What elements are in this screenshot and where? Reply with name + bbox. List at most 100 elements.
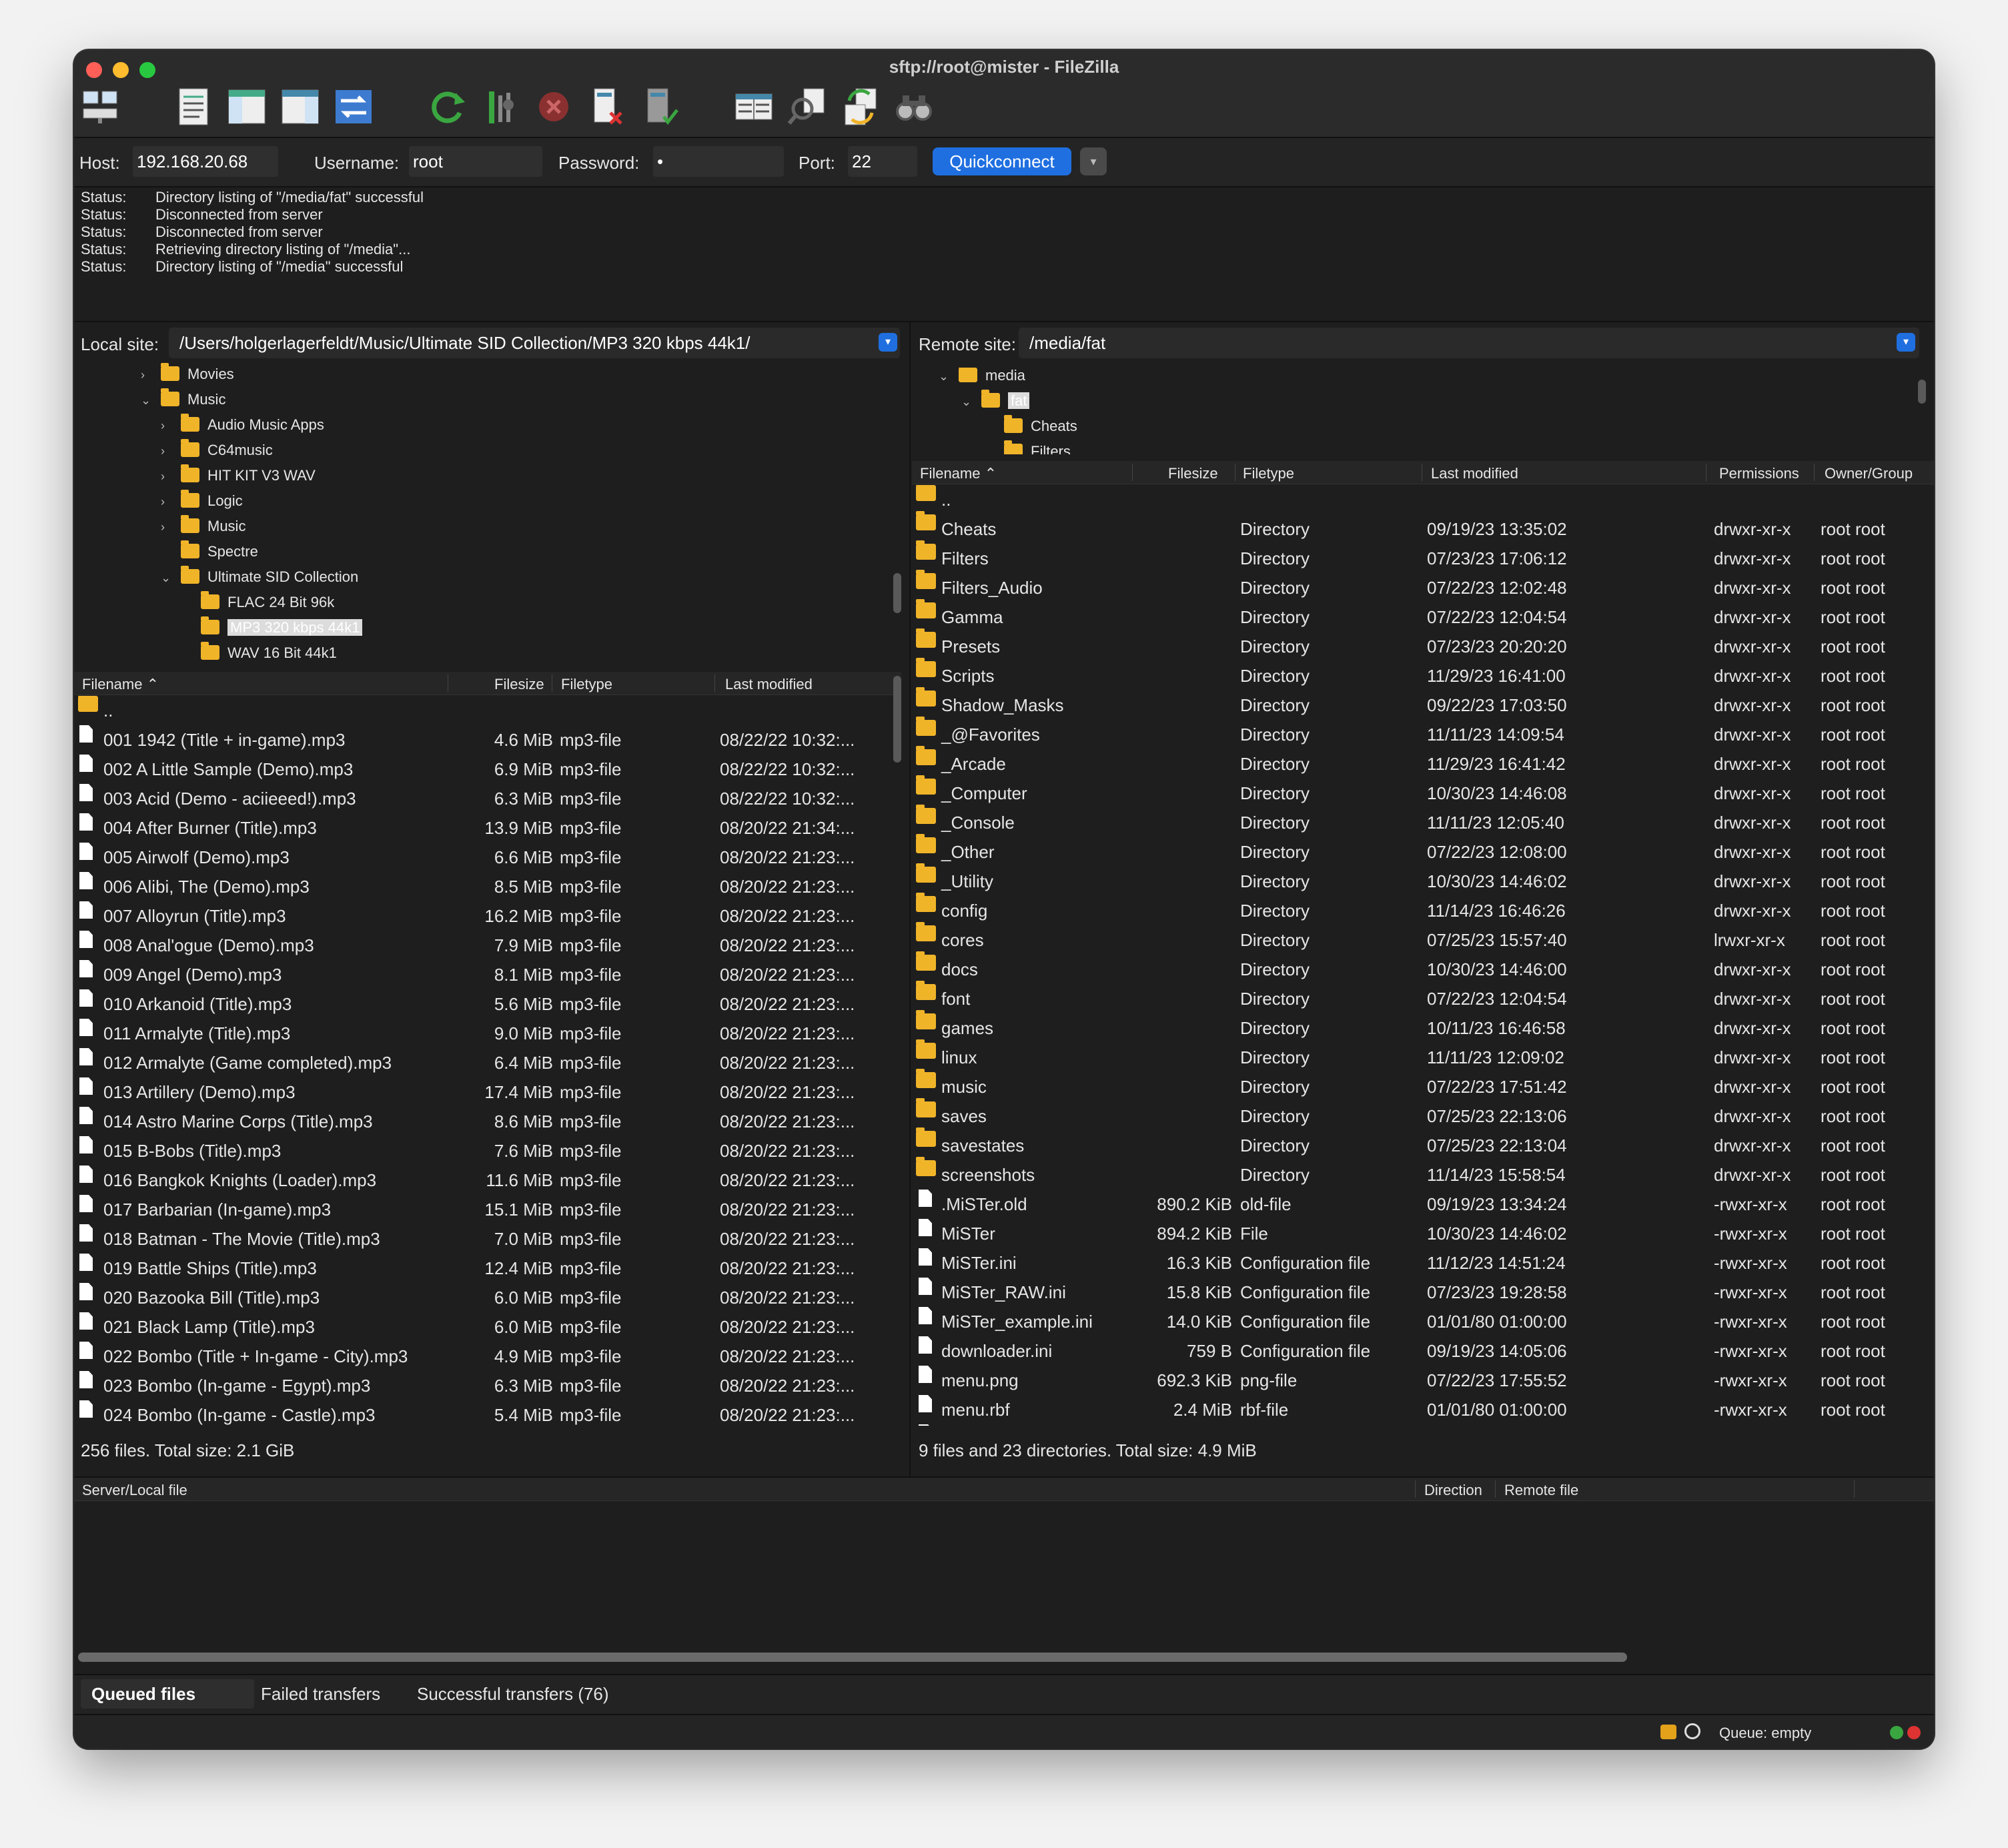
remote-path-input[interactable]: /media/fat — [1019, 328, 1919, 358]
search-icon[interactable] — [893, 85, 935, 129]
table-row[interactable]: 008 Anal'ogue (Demo).mp3 7.9 MiB mp3-file 0… — [74, 931, 895, 960]
tree-item[interactable]: Spectre — [161, 540, 258, 564]
tree-item[interactable]: WAV 16 Bit 44k1 — [181, 641, 337, 665]
refresh-icon[interactable] — [426, 85, 468, 129]
table-row[interactable]: linux Directory 11/11/23 12:09:02 drwxr-xr-… — [912, 1039, 1934, 1072]
remote-tree-scrollbar[interactable] — [1918, 380, 1926, 404]
local-list-scrollbar[interactable] — [893, 676, 901, 763]
chevron-icon[interactable]: ⌄ — [161, 566, 181, 590]
table-row[interactable]: 009 Angel (Demo).mp3 8.1 MiB mp3-file 08/20… — [74, 960, 895, 989]
table-row[interactable]: font Directory 07/22/23 12:04:54 drwxr-xr-x… — [912, 981, 1934, 1013]
table-row[interactable]: cores Directory 07/25/23 15:57:40 lrwxr-xr-… — [912, 922, 1934, 955]
chevron-icon[interactable]: ⌄ — [141, 388, 161, 412]
table-row[interactable]: 015 B-Bobs (Title).mp3 7.6 MiB mp3-file 08/… — [74, 1136, 895, 1166]
table-row[interactable]: yc.txt 8.6 KiB txt-file 11/11/23 12:05:26 -r… — [912, 1424, 1934, 1426]
table-row[interactable]: menu.rbf 2.4 MiB rbf-file 01/01/80 01:00:00… — [912, 1395, 1934, 1424]
tree-item[interactable]: MP3 320 kbps 44k1 — [181, 616, 363, 640]
table-row[interactable]: 020 Bazooka Bill (Title).mp3 6.0 MiB mp3-f… — [74, 1283, 895, 1312]
table-row[interactable]: 019 Battle Ships (Title).mp3 12.4 MiB mp3-… — [74, 1254, 895, 1283]
table-row[interactable]: 002 A Little Sample (Demo).mp3 6.9 MiB mp3… — [74, 755, 895, 784]
queue-scrollbar[interactable] — [78, 1653, 1627, 1662]
parent-directory-row[interactable]: .. — [912, 485, 1934, 514]
table-row[interactable]: _Arcade Directory 11/29/23 16:41:42 drwxr-x… — [912, 746, 1934, 779]
local-col-filesize[interactable]: Filesize — [494, 676, 544, 693]
table-row[interactable]: 021 Black Lamp (Title).mp3 6.0 MiB mp3-fil… — [74, 1312, 895, 1342]
tree-item[interactable]: FLAC 24 Bit 96k — [181, 590, 334, 614]
toggle-queue-icon[interactable] — [333, 85, 374, 129]
chevron-icon[interactable]: › — [161, 515, 181, 539]
toggle-local-tree-icon[interactable] — [226, 85, 268, 129]
table-row[interactable]: _Utility Directory 10/30/23 14:46:02 drwxr-… — [912, 863, 1934, 896]
table-row[interactable]: 007 Alloyrun (Title).mp3 16.2 MiB mp3-file… — [74, 901, 895, 931]
local-col-filetype[interactable]: Filetype — [561, 676, 612, 693]
remote-col-owner[interactable]: Owner/Group — [1825, 465, 1913, 482]
table-row[interactable]: 012 Armalyte (Game completed).mp3 6.4 MiB… — [74, 1048, 895, 1077]
table-row[interactable]: Filters Directory 07/23/23 17:06:12 drwxr-x… — [912, 540, 1934, 573]
cancel-icon[interactable] — [533, 85, 574, 129]
table-row[interactable]: MiSTer 894.2 KiB File 10/30/23 14:46:02 -rwx… — [912, 1219, 1934, 1248]
table-row[interactable]: 005 Airwolf (Demo).mp3 6.6 MiB mp3-file 08/… — [74, 843, 895, 872]
table-row[interactable]: 018 Batman - The Movie (Title).mp3 7.0 Mi… — [74, 1224, 895, 1254]
username-input[interactable]: root — [409, 146, 542, 177]
tree-item[interactable]: › Logic — [161, 489, 243, 513]
tree-item[interactable]: › HIT KIT V3 WAV — [161, 464, 316, 488]
table-row[interactable]: downloader.ini 759 B Configuration file 09/… — [912, 1336, 1934, 1366]
local-tree-scrollbar[interactable] — [893, 573, 901, 613]
chevron-icon[interactable]: › — [161, 414, 181, 438]
table-row[interactable]: music Directory 07/22/23 17:51:42 drwxr-xr-… — [912, 1069, 1934, 1101]
tree-item[interactable]: › C64music — [161, 438, 273, 462]
process-queue-icon[interactable] — [480, 85, 521, 129]
table-row[interactable]: MiSTer.ini 16.3 KiB Configuration file 11/1… — [912, 1248, 1934, 1278]
tab-successful-transfers[interactable]: Successful transfers (76) — [406, 1679, 620, 1709]
tree-item[interactable]: ⌄ Music — [141, 388, 225, 412]
tree-item[interactable]: ⌄ media — [939, 368, 1025, 388]
table-row[interactable]: savestates Directory 07/25/23 22:13:04 drwx… — [912, 1127, 1934, 1160]
table-row[interactable]: MiSTer_RAW.ini 15.8 KiB Configuration file… — [912, 1278, 1934, 1307]
tree-item[interactable]: Cheats — [984, 414, 1077, 438]
local-col-modified[interactable]: Last modified — [725, 676, 813, 693]
table-row[interactable]: saves Directory 07/25/23 22:13:06 drwxr-xr-… — [912, 1098, 1934, 1131]
tab-queued-files[interactable]: Queued files — [81, 1679, 254, 1709]
directory-comparison-icon[interactable] — [733, 85, 775, 129]
parent-directory-row[interactable]: .. — [74, 696, 895, 725]
host-input[interactable]: 192.168.20.68 — [133, 146, 278, 177]
toggle-remote-tree-icon[interactable] — [280, 85, 321, 129]
table-row[interactable]: 013 Artillery (Demo).mp3 17.4 MiB mp3-file… — [74, 1077, 895, 1107]
password-input[interactable]: • — [653, 146, 784, 177]
table-row[interactable]: 017 Barbarian (In-game).mp3 15.1 MiB mp3-f… — [74, 1195, 895, 1224]
table-row[interactable]: Cheats Directory 09/19/23 13:35:02 drwxr-xr… — [912, 511, 1934, 544]
table-row[interactable]: _Console Directory 11/11/23 12:05:40 drwxr-… — [912, 805, 1934, 837]
tree-item[interactable]: › Music — [161, 514, 245, 538]
table-row[interactable]: Gamma Directory 07/22/23 12:04:54 drwxr-xr-… — [912, 599, 1934, 632]
table-row[interactable]: MiSTer_example.ini 14.0 KiB Configuration … — [912, 1307, 1934, 1336]
tree-item[interactable]: Filters — [984, 440, 1071, 454]
chevron-icon[interactable]: ⌄ — [939, 368, 959, 388]
table-row[interactable]: _Computer Directory 10/30/23 14:46:08 drwxr… — [912, 775, 1934, 808]
table-row[interactable]: menu.png 692.3 KiB png-file 07/22/23 17:55:… — [912, 1366, 1934, 1395]
remote-col-modified[interactable]: Last modified — [1431, 465, 1518, 482]
tree-item[interactable]: › Movies — [141, 362, 234, 386]
reconnect-icon[interactable] — [640, 85, 681, 129]
disconnect-icon[interactable] — [586, 85, 628, 129]
table-row[interactable]: Scripts Directory 11/29/23 16:41:00 drwxr-x… — [912, 658, 1934, 690]
table-row[interactable]: 010 Arkanoid (Title).mp3 5.6 MiB mp3-file 0… — [74, 989, 895, 1019]
port-input[interactable]: 22 — [848, 146, 917, 177]
site-manager-icon[interactable] — [79, 85, 121, 129]
chevron-icon[interactable]: › — [141, 363, 161, 387]
table-row[interactable]: _Other Directory 07/22/23 12:08:00 drwxr-xr… — [912, 834, 1934, 867]
filter-icon[interactable] — [787, 85, 828, 129]
table-row[interactable]: 014 Astro Marine Corps (Title).mp3 8.6 Mi… — [74, 1107, 895, 1136]
chevron-icon[interactable]: › — [161, 490, 181, 514]
table-row[interactable]: docs Directory 10/30/23 14:46:00 drwxr-xr-x… — [912, 951, 1934, 984]
queue-col-remote[interactable]: Remote file — [1504, 1482, 1578, 1499]
table-row[interactable]: .MiSTer.old 890.2 KiB old-file 09/19/23 13:… — [912, 1190, 1934, 1219]
table-row[interactable]: 016 Bangkok Knights (Loader).mp3 11.6 MiB… — [74, 1166, 895, 1195]
table-row[interactable]: 006 Alibi, The (Demo).mp3 8.5 MiB mp3-file… — [74, 872, 895, 901]
local-path-input[interactable]: /Users/holgerlagerfeldt/Music/Ultimate S… — [169, 328, 900, 358]
table-row[interactable]: Filters_Audio Directory 07/22/23 12:02:48 d… — [912, 570, 1934, 602]
tree-item[interactable]: › Audio Music Apps — [161, 413, 324, 437]
table-row[interactable]: games Directory 10/11/23 16:46:58 drwxr-xr-… — [912, 1010, 1934, 1043]
table-row[interactable]: 024 Bombo (In-game - Castle).mp3 5.4 MiB m… — [74, 1400, 895, 1430]
tab-failed-transfers[interactable]: Failed transfers — [250, 1679, 391, 1709]
table-row[interactable]: 001 1942 (Title + in-game).mp3 4.6 MiB mp3… — [74, 725, 895, 755]
